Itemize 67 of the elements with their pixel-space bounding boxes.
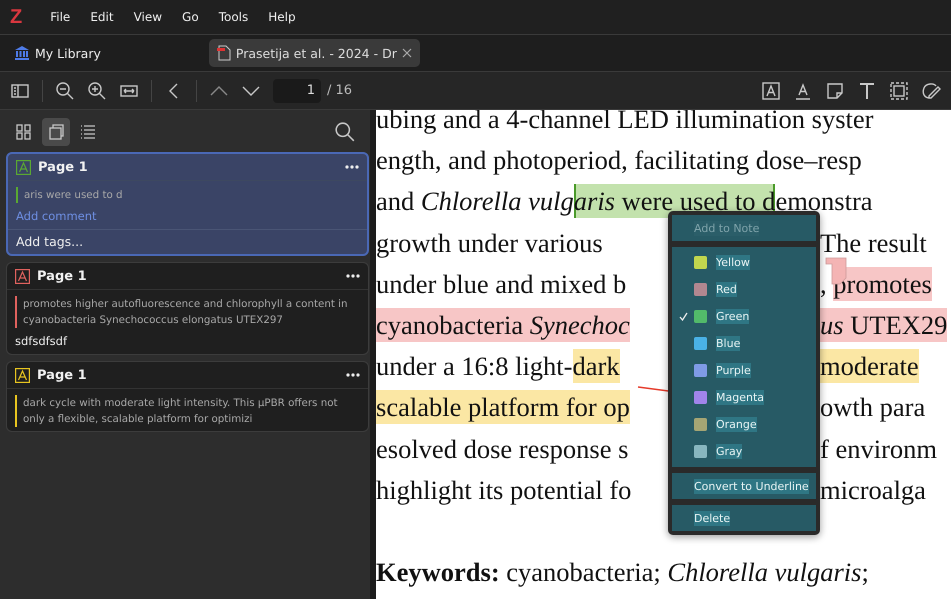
document-text: growth under various	[376, 226, 603, 260]
library-icon	[14, 45, 30, 61]
app-logo: Z	[10, 6, 22, 28]
document-text: owth para	[820, 391, 926, 424]
annotation-card[interactable]: Page 1 dark cycle with moderate light intensity. This µPBR offers not only a flexible, scalable platform for optimizi	[6, 361, 369, 432]
document-text: The result	[820, 226, 927, 260]
color-menu-item[interactable]: Blue	[672, 330, 816, 357]
tab[interactable]: Prasetija et al. - 2024 - Dr	[208, 39, 420, 67]
annotation-card[interactable]: Page 1 aris were used to d Add comment Add tags...	[6, 152, 369, 256]
page-label: Page 1	[38, 160, 89, 174]
zoom-in-icon[interactable]	[87, 80, 107, 100]
color-menu-item[interactable]: Red	[672, 276, 816, 303]
document-text: Keywords: cyanobacteria; Chlorella vulgaris;	[376, 556, 869, 589]
document-text: under blue and mixed b	[376, 268, 626, 301]
document-text: highlight its potential fo	[376, 474, 632, 507]
view-mode-button[interactable]	[42, 118, 70, 146]
more-icon[interactable]	[346, 373, 360, 377]
more-icon[interactable]	[346, 274, 360, 278]
note-tool-icon[interactable]	[825, 80, 845, 100]
page-count: / 16	[327, 83, 352, 98]
highlighted-text: moderate	[820, 349, 919, 384]
tab[interactable]: My Library	[12, 39, 109, 67]
menu-item[interactable]: Tools	[208, 10, 258, 24]
area-tool-icon[interactable]	[889, 80, 909, 100]
page-number-field[interactable]: 1	[273, 78, 321, 102]
document-text: microalga	[820, 474, 926, 507]
highlight-tool-icon[interactable]	[761, 80, 781, 100]
highlighted-text: scalable platform for op	[376, 390, 630, 424]
annotation-card[interactable]: Page 1 promotes higher autofluorescence and chlorophyll a content in cyanobacteria Synechococcus elongatus UTEX297 sdfsdfsdf	[6, 262, 369, 355]
highlighted-text: dark	[572, 349, 620, 384]
annotation-text: aris were used to d	[24, 188, 123, 203]
pdf-file-icon	[216, 45, 231, 61]
menu-item[interactable]: Go	[172, 10, 209, 24]
text-tool-icon[interactable]	[857, 80, 877, 100]
color-menu-item[interactable]: Magenta	[672, 384, 816, 411]
color-menu-item[interactable]: Gray	[672, 438, 816, 465]
ink-tool-icon[interactable]	[921, 80, 941, 100]
color-menu-item[interactable]: Orange	[672, 411, 816, 438]
highlighted-text: cyanobacteria Synechoc	[376, 308, 630, 342]
color-menu-item[interactable]: Purple	[672, 357, 816, 384]
menu-item[interactable]: View	[124, 10, 172, 24]
menu-item[interactable]: Edit	[80, 10, 124, 24]
menu-item[interactable]: File	[40, 10, 80, 24]
color-menu-item[interactable]: Green	[672, 303, 816, 330]
document-text: f environm	[820, 432, 938, 466]
document-text: ength, and photoperiod, facilitating dose–resp	[376, 144, 862, 178]
menu-item[interactable]: Help	[258, 10, 306, 24]
close-icon[interactable]	[402, 48, 412, 58]
highlighted-text: us UTEX29	[820, 308, 948, 342]
color-menu-item[interactable]: Yellow	[672, 249, 816, 276]
more-icon[interactable]	[345, 165, 359, 169]
highlighted-text: promotes	[833, 266, 932, 301]
underline-tool-icon[interactable]	[793, 80, 813, 100]
document-text: ,	[820, 268, 828, 301]
document-text: under a 16:8 light-	[376, 350, 572, 384]
document-text: esolved dose response s	[376, 432, 628, 466]
tags-field[interactable]: Add tags...	[8, 229, 367, 254]
search-icon[interactable]	[334, 121, 356, 143]
document-text: and Chlorella vulg	[376, 185, 574, 218]
annotation-text: promotes higher autofluorescence and chlorophyll a content in cyanobacteria Synechococcus elongatus UTEX297	[23, 297, 349, 328]
page-label: Page 1	[37, 268, 88, 284]
menu-item[interactable]: Convert to Underline	[672, 473, 816, 499]
menu-item[interactable]: Delete	[672, 505, 816, 531]
annotation-text: dark cycle with moderate light intensity. This µPBR offers not only a flexible, scalable platform for optimizi	[23, 396, 339, 427]
zoom-out-icon[interactable]	[55, 80, 75, 100]
page-label: Page 1	[37, 368, 88, 382]
comment-text: sdfsdfsdf	[14, 333, 68, 350]
